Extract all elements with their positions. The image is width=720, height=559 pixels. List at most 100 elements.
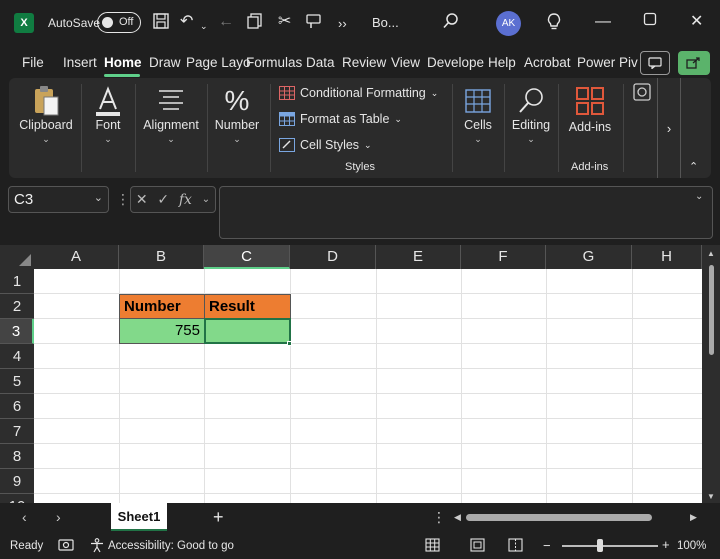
zoom-level[interactable]: 100% bbox=[677, 540, 706, 552]
zoom-out-icon[interactable]: − bbox=[543, 538, 551, 553]
row-header[interactable]: 7 bbox=[0, 419, 34, 444]
scroll-left-icon[interactable]: ◀ bbox=[454, 512, 461, 523]
undo-icon[interactable]: ↶ bbox=[180, 12, 193, 32]
chevron-down-icon[interactable]: ⌄ bbox=[202, 194, 210, 205]
comments-button[interactable] bbox=[640, 51, 670, 75]
more-commands-icon[interactable]: ›› bbox=[338, 14, 347, 34]
tab-developer[interactable]: Develope bbox=[427, 55, 484, 70]
tab-power-pivot[interactable]: Power Piv bbox=[577, 55, 638, 70]
alignment-group[interactable]: Alignment ⌄ bbox=[137, 78, 205, 178]
row-header[interactable]: 2 bbox=[0, 294, 34, 319]
vertical-scroll-thumb[interactable] bbox=[709, 265, 714, 355]
vertical-dots-icon[interactable]: ⋮ bbox=[116, 191, 130, 208]
number-group[interactable]: % Number ⌄ bbox=[209, 78, 265, 178]
column-header[interactable]: B bbox=[119, 245, 204, 269]
tab-view[interactable]: View bbox=[391, 55, 420, 70]
column-header[interactable]: G bbox=[546, 245, 632, 269]
lightbulb-icon[interactable] bbox=[546, 12, 562, 38]
tab-review[interactable]: Review bbox=[342, 55, 386, 70]
save-icon[interactable] bbox=[152, 12, 170, 36]
formula-input[interactable] bbox=[219, 186, 713, 239]
close-icon[interactable]: ✕ bbox=[690, 12, 703, 32]
minimize-icon[interactable]: — bbox=[595, 12, 611, 32]
macro-record-icon[interactable] bbox=[58, 538, 74, 555]
row-header-selected[interactable]: 3 bbox=[0, 319, 34, 344]
cell-c2[interactable]: Result bbox=[204, 294, 291, 319]
column-header[interactable]: D bbox=[290, 245, 376, 269]
sheet-tab-sheet1[interactable]: Sheet1 bbox=[111, 503, 167, 531]
autosave-toggle[interactable]: Off bbox=[97, 12, 141, 33]
format-painter-icon[interactable] bbox=[305, 12, 323, 36]
row-header[interactable]: 5 bbox=[0, 369, 34, 394]
row-header[interactable]: 1 bbox=[0, 269, 34, 294]
normal-view-icon[interactable] bbox=[425, 538, 440, 555]
tab-data[interactable]: Data bbox=[306, 55, 335, 70]
accessibility-icon[interactable] bbox=[90, 538, 104, 556]
zoom-slider-track[interactable] bbox=[562, 545, 658, 547]
expand-formula-bar-icon[interactable]: ⌄ bbox=[695, 191, 703, 202]
maximize-icon[interactable] bbox=[643, 12, 657, 32]
tab-insert[interactable]: Insert bbox=[63, 55, 97, 70]
acrobat-group[interactable] bbox=[627, 78, 657, 178]
fill-handle[interactable] bbox=[287, 341, 292, 346]
row-header[interactable]: 8 bbox=[0, 444, 34, 469]
tab-draw[interactable]: Draw bbox=[149, 55, 181, 70]
column-header[interactable]: E bbox=[376, 245, 461, 269]
row-header[interactable]: 4 bbox=[0, 344, 34, 369]
column-header[interactable]: H bbox=[632, 245, 702, 269]
column-header[interactable]: A bbox=[34, 245, 119, 269]
next-sheet-icon[interactable]: › bbox=[56, 509, 61, 525]
page-break-view-icon[interactable] bbox=[508, 538, 523, 555]
document-title[interactable]: Bo... bbox=[372, 15, 399, 30]
tab-home[interactable]: Home bbox=[104, 55, 142, 70]
cancel-icon[interactable]: ✕ bbox=[136, 191, 148, 208]
insert-function-icon[interactable]: fx bbox=[179, 192, 192, 208]
tab-file[interactable]: File bbox=[22, 55, 44, 70]
editing-group[interactable]: Editing ⌄ bbox=[506, 78, 556, 178]
chevron-down-icon[interactable]: ⌄ bbox=[94, 191, 103, 204]
collapse-ribbon-icon[interactable]: ⌃ bbox=[689, 160, 698, 173]
horizontal-scroll-thumb[interactable] bbox=[466, 514, 652, 521]
tab-formulas[interactable]: Formulas bbox=[246, 55, 302, 70]
row-header[interactable]: 9 bbox=[0, 469, 34, 494]
clipboard-group[interactable]: Clipboard ⌄ bbox=[13, 78, 79, 178]
scroll-down-icon[interactable]: ▼ bbox=[707, 492, 715, 501]
vertical-dots-icon[interactable]: ⋮ bbox=[432, 509, 446, 526]
undo-dropdown-icon[interactable]: ⌄ bbox=[200, 16, 208, 36]
add-sheet-icon[interactable]: + bbox=[213, 507, 224, 528]
enter-icon[interactable]: ✓ bbox=[157, 191, 169, 208]
page-layout-view-icon[interactable] bbox=[470, 538, 485, 555]
cells-group[interactable]: Cells ⌄ bbox=[454, 78, 502, 178]
tab-acrobat[interactable]: Acrobat bbox=[524, 55, 571, 70]
row-header[interactable]: 6 bbox=[0, 394, 34, 419]
copy-icon[interactable] bbox=[246, 12, 264, 36]
cell-b3[interactable]: 755 bbox=[119, 318, 205, 344]
zoom-in-icon[interactable]: + bbox=[662, 537, 670, 552]
share-button[interactable] bbox=[678, 51, 710, 75]
tab-page-layout[interactable]: Page Layo bbox=[186, 55, 251, 70]
tab-help[interactable]: Help bbox=[488, 55, 516, 70]
column-header-selected[interactable]: C bbox=[204, 245, 290, 269]
select-all-button[interactable] bbox=[0, 245, 34, 269]
vertical-scrollbar[interactable]: ▲ ▼ bbox=[702, 245, 720, 503]
spreadsheet-grid[interactable]: A B C D E F G H 1 2 3 4 5 6 7 8 9 10 Num… bbox=[0, 245, 720, 503]
back-arrow-icon[interactable]: ← bbox=[218, 12, 234, 32]
previous-sheet-icon[interactable]: ‹ bbox=[22, 509, 27, 525]
format-as-table-button[interactable]: Format as Table ⌄ bbox=[279, 112, 402, 126]
cut-icon[interactable]: ✂ bbox=[278, 12, 291, 32]
avatar[interactable]: AK bbox=[496, 11, 521, 36]
cell-c3-active[interactable] bbox=[204, 318, 291, 344]
zoom-slider-handle[interactable] bbox=[597, 539, 603, 552]
accessibility-status[interactable]: Accessibility: Good to go bbox=[108, 540, 234, 552]
search-icon[interactable] bbox=[442, 12, 460, 36]
scroll-up-icon[interactable]: ▲ bbox=[707, 249, 715, 258]
row-header[interactable]: 10 bbox=[0, 494, 34, 503]
cell-b2[interactable]: Number bbox=[119, 294, 205, 319]
font-group[interactable]: Font ⌄ bbox=[83, 78, 133, 178]
name-box[interactable]: C3 ⌄ bbox=[8, 186, 109, 213]
conditional-formatting-button[interactable]: Conditional Formatting ⌄ bbox=[279, 86, 438, 100]
scroll-right-icon[interactable]: ▶ bbox=[690, 512, 697, 523]
ribbon-scroll-right-button[interactable]: › bbox=[657, 78, 681, 178]
column-header[interactable]: F bbox=[461, 245, 546, 269]
cell-styles-button[interactable]: Cell Styles ⌄ bbox=[279, 138, 372, 152]
